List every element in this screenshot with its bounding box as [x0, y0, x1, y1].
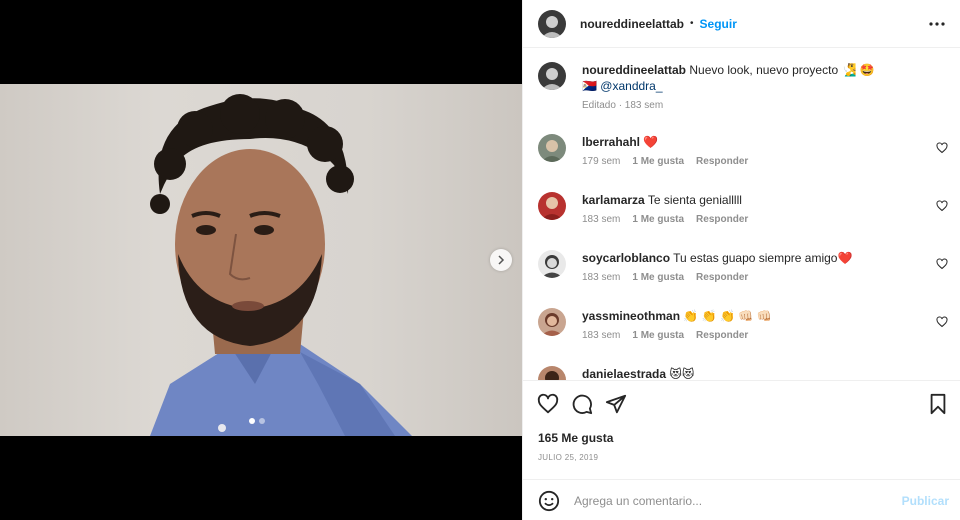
commenter-avatar[interactable]	[538, 192, 566, 220]
carousel-dot	[259, 418, 265, 424]
avatar-image	[538, 366, 566, 380]
post-media	[0, 0, 522, 520]
caption-meta-text: Editado · 183 sem	[582, 100, 664, 111]
comment-text: 👏 👏 👏 👊🏻 👊🏻	[683, 309, 772, 323]
post-caption: noureddineelattab Nuevo look, nuevo proy…	[538, 62, 948, 114]
comment-time: 183 sem	[582, 272, 621, 283]
instagram-post: noureddineelattab • Seguir noureddineela…	[0, 0, 960, 520]
post-header: noureddineelattab • Seguir	[523, 0, 960, 48]
post-side-panel: noureddineelattab • Seguir noureddineela…	[522, 0, 960, 520]
portrait-image	[150, 94, 412, 436]
comment-icon[interactable]	[571, 393, 593, 415]
comment-input[interactable]	[574, 493, 874, 508]
post-actions: 165 Me gusta JULIO 25, 2019 Publicar	[523, 380, 960, 520]
emoji-icon[interactable]	[538, 490, 560, 512]
avatar-image	[538, 62, 566, 90]
comment-item: soycarloblanco Tu estas guapo siempre am…	[538, 250, 948, 286]
comment-reply-link[interactable]: Responder	[696, 328, 748, 344]
carousel-next-button[interactable]	[490, 249, 512, 271]
share-icon[interactable]	[605, 393, 627, 415]
author-username[interactable]: noureddineelattab	[580, 17, 684, 31]
author-avatar[interactable]	[538, 9, 566, 38]
heart-icon[interactable]	[936, 258, 948, 270]
more-options-icon	[929, 22, 945, 26]
more-options-button[interactable]	[927, 14, 947, 34]
caption-flag: 🇸🇽	[582, 79, 597, 93]
comment-likes-link[interactable]: 1 Me gusta	[632, 270, 684, 286]
caption-body: noureddineelattab Nuevo look, nuevo proy…	[582, 62, 875, 114]
comment-reply-link[interactable]: Responder	[696, 270, 748, 286]
carousel-indicator	[249, 418, 265, 424]
caption-text: Nuevo look, nuevo proyecto 🧏‍♂️ 🤩	[689, 63, 875, 77]
comment-text: 😻😻	[669, 367, 695, 380]
caption-mention[interactable]: @xanddra_	[600, 79, 662, 93]
avatar-image	[538, 134, 566, 162]
comment-time: 179 sem	[582, 156, 621, 167]
comment-text: Tu estas guapo siempre amigo❤️	[673, 251, 853, 265]
avatar-image	[538, 250, 566, 278]
commenter-avatar[interactable]	[538, 134, 566, 162]
caption-username[interactable]: noureddineelattab	[582, 63, 686, 77]
comment-time: 183 sem	[582, 330, 621, 341]
heart-icon[interactable]	[936, 142, 948, 154]
commenter-avatar[interactable]	[538, 366, 566, 380]
comments-section[interactable]: noureddineelattab Nuevo look, nuevo proy…	[523, 48, 960, 380]
comment-username[interactable]: soycarloblanco	[582, 251, 670, 265]
commenter-avatar[interactable]	[538, 250, 566, 278]
action-icons	[537, 393, 627, 415]
avatar-image	[538, 9, 566, 38]
comment-text: ❤️	[643, 135, 659, 149]
bookmark-icon[interactable]	[927, 393, 949, 415]
comment-meta: 183 sem 1 Me gusta Responder	[582, 212, 748, 228]
comment-item: yassmineothman 👏 👏 👏 👊🏻 👊🏻 183 sem 1 Me …	[538, 308, 948, 344]
comment-reply-link[interactable]: Responder	[696, 154, 748, 170]
comment-body: karlamarza Te sienta genialllll 183 sem …	[582, 192, 748, 228]
comment-meta: 183 sem 1 Me gusta Responder	[582, 270, 852, 286]
follow-button[interactable]: Seguir	[700, 17, 737, 31]
heart-icon[interactable]	[936, 316, 948, 328]
comment-item: lberrahahl ❤️ 179 sem 1 Me gusta Respond…	[538, 134, 948, 170]
comment-username[interactable]: karlamarza	[582, 193, 645, 207]
comment-body: danielaestrada 😻😻	[582, 366, 694, 380]
comment-likes-link[interactable]: 1 Me gusta	[632, 154, 684, 170]
chevron-right-icon	[498, 255, 505, 265]
heart-icon[interactable]	[537, 393, 559, 415]
comment-meta: 179 sem 1 Me gusta Responder	[582, 154, 748, 170]
caption-avatar[interactable]	[538, 62, 566, 90]
comment-username[interactable]: danielaestrada	[582, 367, 666, 380]
comment-likes-link[interactable]: 1 Me gusta	[632, 328, 684, 344]
comment-time: 183 sem	[582, 214, 621, 225]
likes-count[interactable]: 165 Me gusta	[538, 431, 613, 445]
comment-likes-link[interactable]: 1 Me gusta	[632, 212, 684, 228]
publish-button[interactable]: Publicar	[902, 494, 949, 508]
post-date: JULIO 25, 2019	[538, 453, 599, 462]
comment-body: soycarloblanco Tu estas guapo siempre am…	[582, 250, 852, 286]
comment-username[interactable]: lberrahahl	[582, 135, 640, 149]
heart-icon[interactable]	[936, 200, 948, 212]
avatar-image	[538, 308, 566, 336]
comment-username[interactable]: yassmineothman	[582, 309, 680, 323]
commenter-avatar[interactable]	[538, 308, 566, 336]
carousel-dot-active	[249, 418, 255, 424]
comment-text: Te sienta genialllll	[647, 193, 742, 207]
avatar-image	[538, 192, 566, 220]
add-comment-bar: Publicar	[523, 479, 960, 520]
post-photo[interactable]	[0, 84, 522, 436]
comment-meta: 183 sem 1 Me gusta Responder	[582, 328, 771, 344]
comment-body: yassmineothman 👏 👏 👏 👊🏻 👊🏻 183 sem 1 Me …	[582, 308, 771, 344]
comment-body: lberrahahl ❤️ 179 sem 1 Me gusta Respond…	[582, 134, 748, 170]
header-separator: •	[690, 18, 694, 29]
comment-item: danielaestrada 😻😻	[538, 366, 948, 380]
caption-meta: Editado · 183 sem	[582, 98, 875, 114]
comment-item: karlamarza Te sienta genialllll 183 sem …	[538, 192, 948, 228]
comment-reply-link[interactable]: Responder	[696, 212, 748, 228]
